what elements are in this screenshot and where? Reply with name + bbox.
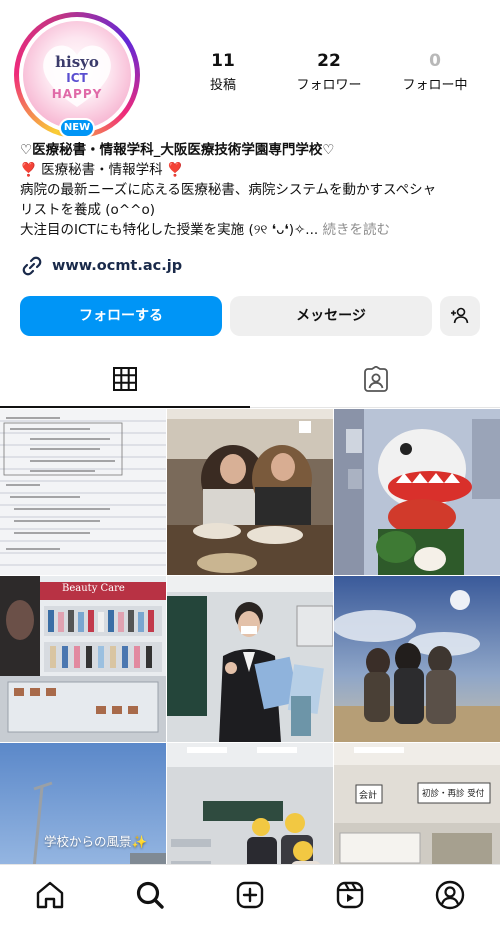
avatar-text-hisyo: hisyo: [55, 53, 99, 71]
reels-icon[interactable]: [334, 879, 366, 911]
profile-actions: フォローする メッセージ: [20, 296, 480, 338]
bio-line-1: ❣️ 医療秘書・情報学科 ❣️: [20, 162, 184, 178]
post-mascot-figure[interactable]: [334, 409, 500, 575]
beauty-care-sign: Beauty Care: [62, 583, 125, 594]
profile-name: ♡医療秘書・情報学科_大阪医療技術学園専門学校♡: [20, 142, 335, 158]
post-student-classroom[interactable]: [167, 576, 333, 742]
suggest-users-button[interactable]: [440, 296, 480, 336]
followers-count: 22: [317, 51, 341, 71]
post-caption-sky: 学校からの風景✨: [44, 834, 148, 849]
grid-icon: [113, 367, 137, 391]
link-icon: [22, 256, 42, 276]
message-button[interactable]: メッセージ: [230, 296, 432, 336]
post-friends-outdoor[interactable]: [334, 576, 500, 742]
new-badge: NEW: [59, 118, 95, 138]
lab-sign-reception: 初診・再診 受付: [422, 789, 485, 799]
post-friends-restaurant[interactable]: [167, 409, 333, 575]
home-icon[interactable]: [34, 879, 66, 911]
avatar-text-ict: ICT: [66, 71, 88, 85]
follow-button[interactable]: フォローする: [20, 296, 222, 336]
posts-label: 投稿: [209, 78, 236, 93]
post-beauty-care-store[interactable]: Beauty Care: [0, 576, 166, 742]
bio-line-4-text: 大注目のICTにも特化した授業を実施 (୨୧ ❛ᴗ❛)✧...: [20, 222, 319, 238]
profile-icon[interactable]: [434, 879, 466, 911]
following-label: フォロー中: [402, 78, 468, 93]
avatar[interactable]: hisyo ICT HAPPY: [23, 21, 131, 129]
profile-header: hisyo ICT HAPPY NEW 11 投稿 22 フォロワー 0 フォロ…: [0, 0, 500, 140]
lab-sign-kaikei: 会計: [359, 791, 378, 801]
tagged-icon: [364, 366, 388, 392]
followers-label: フォロワー: [296, 78, 362, 93]
profile-bio: ♡医療秘書・情報学科_大阪医療技術学園専門学校♡ ❣️ 医療秘書・情報学科 ❣️…: [20, 140, 490, 240]
website-link[interactable]: www.ocmt.ac.jp: [20, 254, 182, 278]
search-icon[interactable]: [134, 879, 166, 911]
tab-tagged[interactable]: [250, 352, 500, 408]
read-more-link[interactable]: 続きを読む: [318, 222, 390, 238]
profile-stats: 11 投稿 22 フォロワー 0 フォロー中: [170, 50, 490, 93]
stat-following[interactable]: 0 フォロー中: [382, 50, 488, 93]
website-url: www.ocmt.ac.jp: [52, 258, 183, 274]
profile-tabs: [0, 352, 500, 408]
posts-count: 11: [211, 51, 235, 71]
avatar-text-happy: HAPPY: [51, 87, 103, 101]
post-notes[interactable]: [0, 409, 166, 575]
following-count: 0: [429, 51, 441, 71]
create-icon[interactable]: [234, 879, 266, 911]
tab-posts-grid[interactable]: [0, 352, 250, 408]
add-person-icon: [451, 307, 469, 324]
stat-posts[interactable]: 11 投稿: [170, 50, 276, 93]
stat-followers[interactable]: 22 フォロワー: [276, 50, 382, 93]
bio-line-3: リストを養成 (o^^o): [20, 202, 155, 218]
bio-line-4: 大注目のICTにも特化した授業を実施 (୨୧ ❛ᴗ❛)✧... 続きを読む: [20, 220, 490, 240]
bottom-nav: [0, 864, 500, 926]
bio-line-2: 病院の最新ニーズに応える医療秘書、病院システムを動かすスペシャ: [20, 182, 437, 198]
